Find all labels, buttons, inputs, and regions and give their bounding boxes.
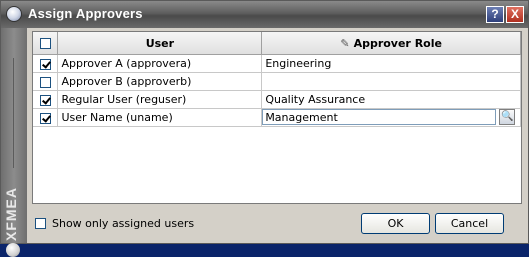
ok-button[interactable]: OK — [361, 213, 430, 234]
role-input[interactable] — [262, 109, 497, 125]
table-row[interactable]: Regular User (reguser) Quality Assurance — [33, 90, 521, 109]
row-checkbox[interactable] — [39, 58, 51, 70]
table-row[interactable]: Approver A (approvera) Engineering — [33, 54, 521, 73]
user-column-header[interactable]: User — [57, 32, 263, 55]
pencil-icon: ✎ — [340, 36, 350, 50]
row-checkbox[interactable] — [39, 76, 51, 88]
side-brand-strip: XFMEA — [1, 28, 27, 257]
cancel-button[interactable]: Cancel — [435, 213, 504, 234]
table-row[interactable]: User Name (uname) 🔍 — [33, 108, 521, 127]
lookup-icon[interactable]: 🔍 — [499, 109, 516, 125]
brand-mark-icon — [6, 243, 20, 257]
grid-header-row: User ✎ Approver Role — [33, 32, 521, 55]
role-cell[interactable]: Quality Assurance — [261, 90, 521, 109]
user-cell[interactable]: Approver A (approvera) — [57, 54, 263, 73]
role-column-header[interactable]: ✎ Approver Role — [261, 32, 521, 55]
role-cell[interactable]: Engineering — [261, 54, 521, 73]
table-row[interactable]: Approver B (approverb) — [33, 72, 521, 91]
role-cell-editing[interactable]: 🔍 — [261, 108, 521, 127]
role-column-label: Approver Role — [353, 36, 442, 50]
show-assigned-checkbox[interactable] — [35, 218, 46, 229]
dialog-title: Assign Approvers — [28, 6, 143, 21]
app-logo-icon — [6, 6, 22, 22]
approver-grid: User ✎ Approver Role Approver A (approver… — [32, 31, 522, 204]
help-button[interactable]: ? — [486, 6, 504, 23]
user-cell[interactable]: Approver B (approverb) — [57, 72, 263, 91]
side-divider — [13, 58, 14, 168]
user-cell[interactable]: User Name (uname) — [57, 108, 263, 127]
select-all-header[interactable] — [33, 32, 59, 55]
title-bar: Assign Approvers ? X — [1, 1, 528, 28]
assign-approvers-dialog: Assign Approvers ? X XFMEA User ✎ Approve… — [0, 0, 529, 257]
user-cell[interactable]: Regular User (reguser) — [57, 90, 263, 109]
role-cell[interactable] — [261, 72, 521, 91]
side-brand-logo: XFMEA — [3, 187, 19, 241]
show-assigned-label: Show only assigned users — [52, 217, 195, 230]
show-assigned-toggle[interactable]: Show only assigned users — [35, 217, 194, 230]
row-checkbox[interactable] — [39, 94, 51, 106]
close-button[interactable]: X — [506, 6, 524, 23]
row-checkbox[interactable] — [39, 112, 51, 124]
select-all-checkbox[interactable] — [39, 38, 51, 49]
